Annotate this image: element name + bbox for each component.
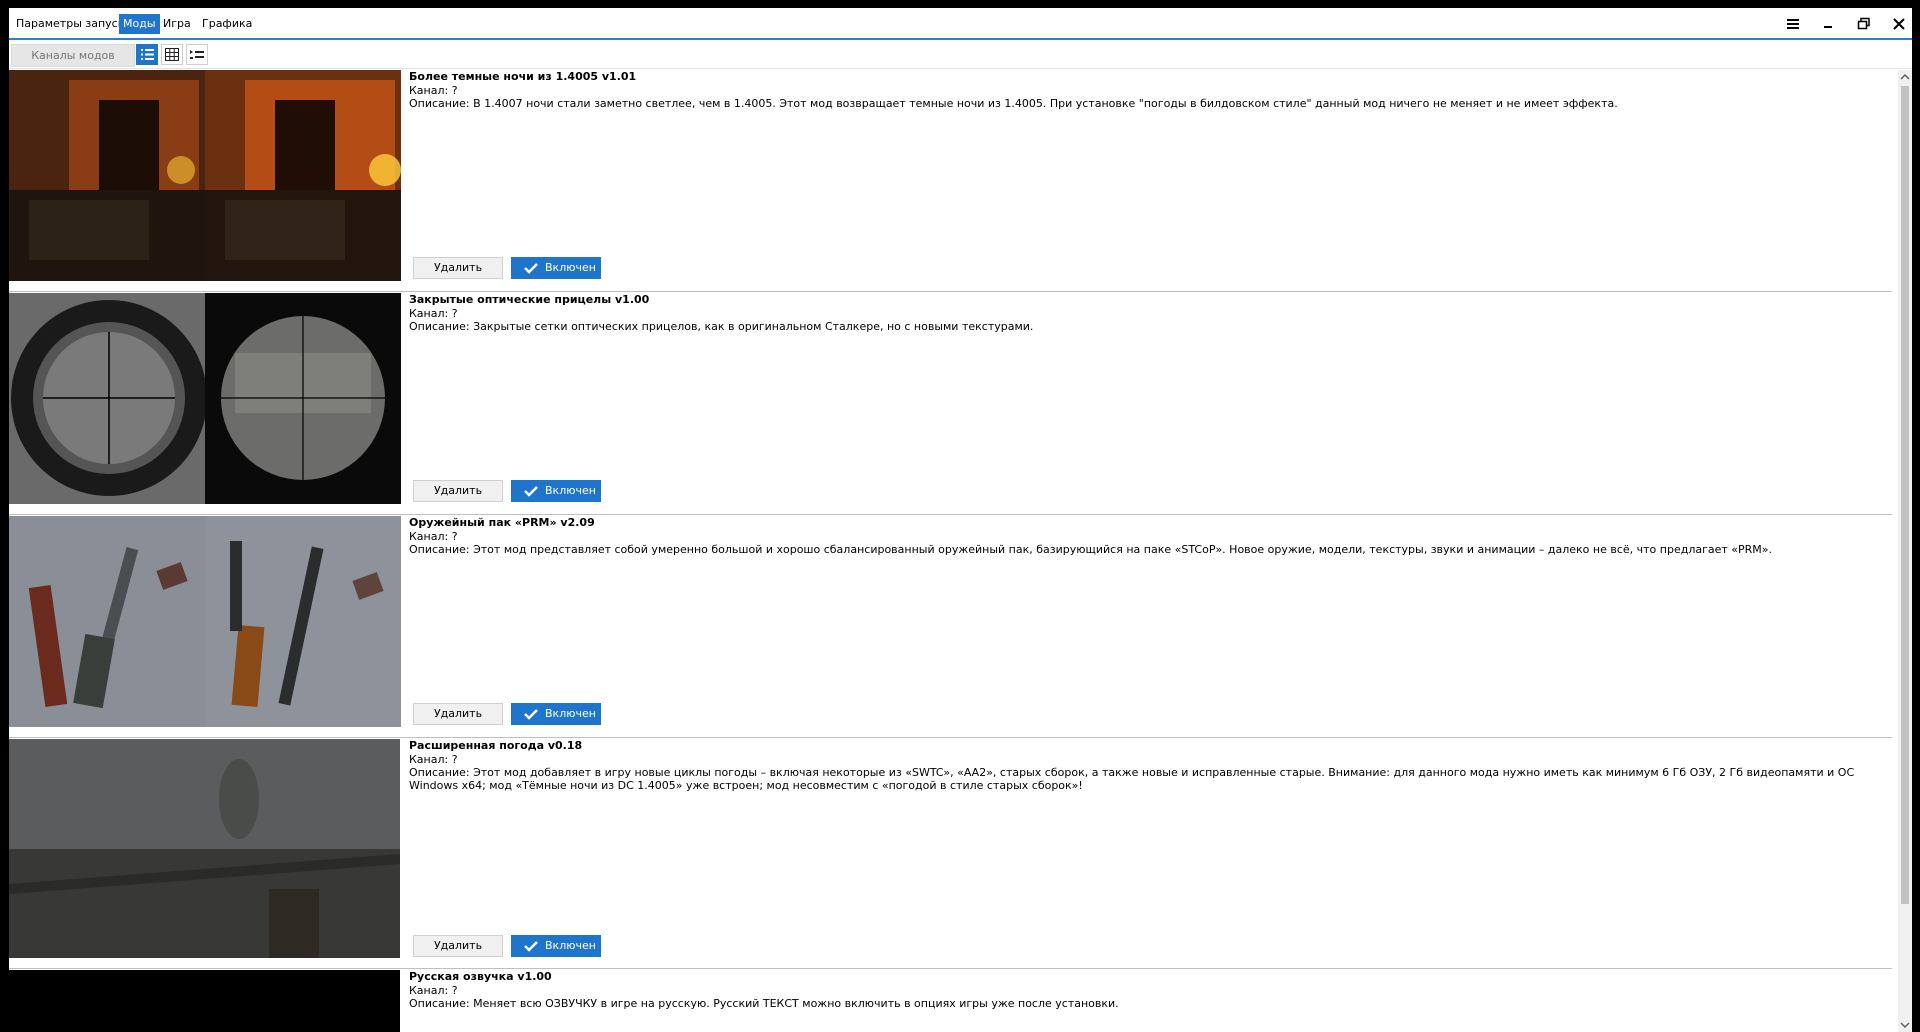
scroll-up-icon[interactable] [1898,70,1912,84]
row-divider [9,514,1892,515]
restore-icon[interactable] [1853,13,1875,35]
checkmark-icon [524,263,538,274]
mod-title: Русская озвучка v1.00 [409,970,552,983]
mod-description: Описание: Закрытые сетки оптических приц… [409,320,1034,333]
mod-preview-image [9,739,400,958]
vertical-scrollbar[interactable] [1898,70,1912,1032]
mod-channel: Канал: ? [409,530,458,543]
mod-title: Более темные ночи из 1.4005 v1.01 [409,70,637,83]
mod-channel: Канал: ? [409,84,458,97]
tab-launch-params[interactable]: Параметры запуска [12,14,135,34]
mod-preview-image [9,293,205,504]
mod-description: Описание: В 1.4007 ночи стали заметно св… [409,97,1618,110]
mod-channels-button[interactable]: Каналы модов [11,44,135,67]
checkmark-icon [524,709,538,720]
mod-row: Закрытые оптические прицелы v1.00 Канал:… [9,293,1892,515]
mod-channel: Канал: ? [409,307,458,320]
enabled-toggle[interactable]: Включен [511,257,601,279]
toolbar-divider [9,68,1912,69]
mod-title: Закрытые оптические прицелы v1.00 [409,293,650,306]
mod-row: Русская озвучка v1.00 Канал: ? Описание:… [9,970,1892,1032]
enabled-toggle[interactable]: Включен [511,480,601,502]
mod-description: Описание: Этот мод представляет собой ум… [409,543,1773,556]
mod-row: Оружейный пак «PRM» v2.09 Канал: ? Описа… [9,516,1892,738]
row-divider [9,968,1892,969]
delete-button[interactable]: Удалить [413,703,503,725]
mod-preview-image [9,970,400,1032]
grid-view-icon[interactable] [161,44,183,65]
row-divider [9,737,1892,738]
delete-button[interactable]: Удалить [413,935,503,957]
launcher-window: Параметры запуска Моды Игра Графика Кана… [9,8,1912,1032]
tab-game[interactable]: Игра [159,14,195,34]
mod-row: Более темные ночи из 1.4005 v1.01 Канал:… [9,70,1892,292]
list-view-icon[interactable] [136,44,158,65]
minimize-icon[interactable] [1817,13,1839,35]
menu-bar: Параметры запуска Моды Игра Графика [9,8,1912,40]
enabled-toggle[interactable]: Включен [511,703,601,725]
mod-preview-image [9,70,205,281]
tab-graphics[interactable]: Графика [198,14,256,34]
delete-button[interactable]: Удалить [413,257,503,279]
enabled-label: Включен [545,484,596,497]
close-icon[interactable] [1888,13,1910,35]
mod-preview-image [205,516,401,727]
mod-description: Описание: Этот мод добавляет в игру новы… [409,766,1855,792]
mod-preview-image [205,293,401,504]
mod-preview-image [9,516,205,727]
tab-mods[interactable]: Моды [119,14,160,34]
mod-row: Расширенная погода v0.18 Канал: ? Описан… [9,739,1892,969]
checkmark-icon [524,486,538,497]
mod-preview-image [205,70,401,281]
scrollbar-thumb[interactable] [1901,86,1909,904]
mod-channel: Канал: ? [409,984,458,997]
enabled-label: Включен [545,261,596,274]
mod-title: Оружейный пак «PRM» v2.09 [409,516,595,529]
checkmark-icon [524,941,538,952]
mod-channel: Канал: ? [409,753,458,766]
scroll-down-icon[interactable] [1898,1018,1912,1032]
mod-description: Описание: Меняет всю ОЗВУЧКУ в игре на р… [409,997,1119,1010]
toolbar: Каналы модов [9,42,1912,70]
mod-title: Расширенная погода v0.18 [409,739,583,752]
row-divider [9,291,1892,292]
enabled-toggle[interactable]: Включен [511,935,601,957]
enabled-label: Включен [545,707,596,720]
hamburger-icon[interactable] [1782,13,1804,35]
enabled-label: Включен [545,939,596,952]
compact-list-icon[interactable] [186,44,208,65]
delete-button[interactable]: Удалить [413,480,503,502]
mod-list: Более темные ночи из 1.4005 v1.01 Канал:… [9,70,1896,1032]
